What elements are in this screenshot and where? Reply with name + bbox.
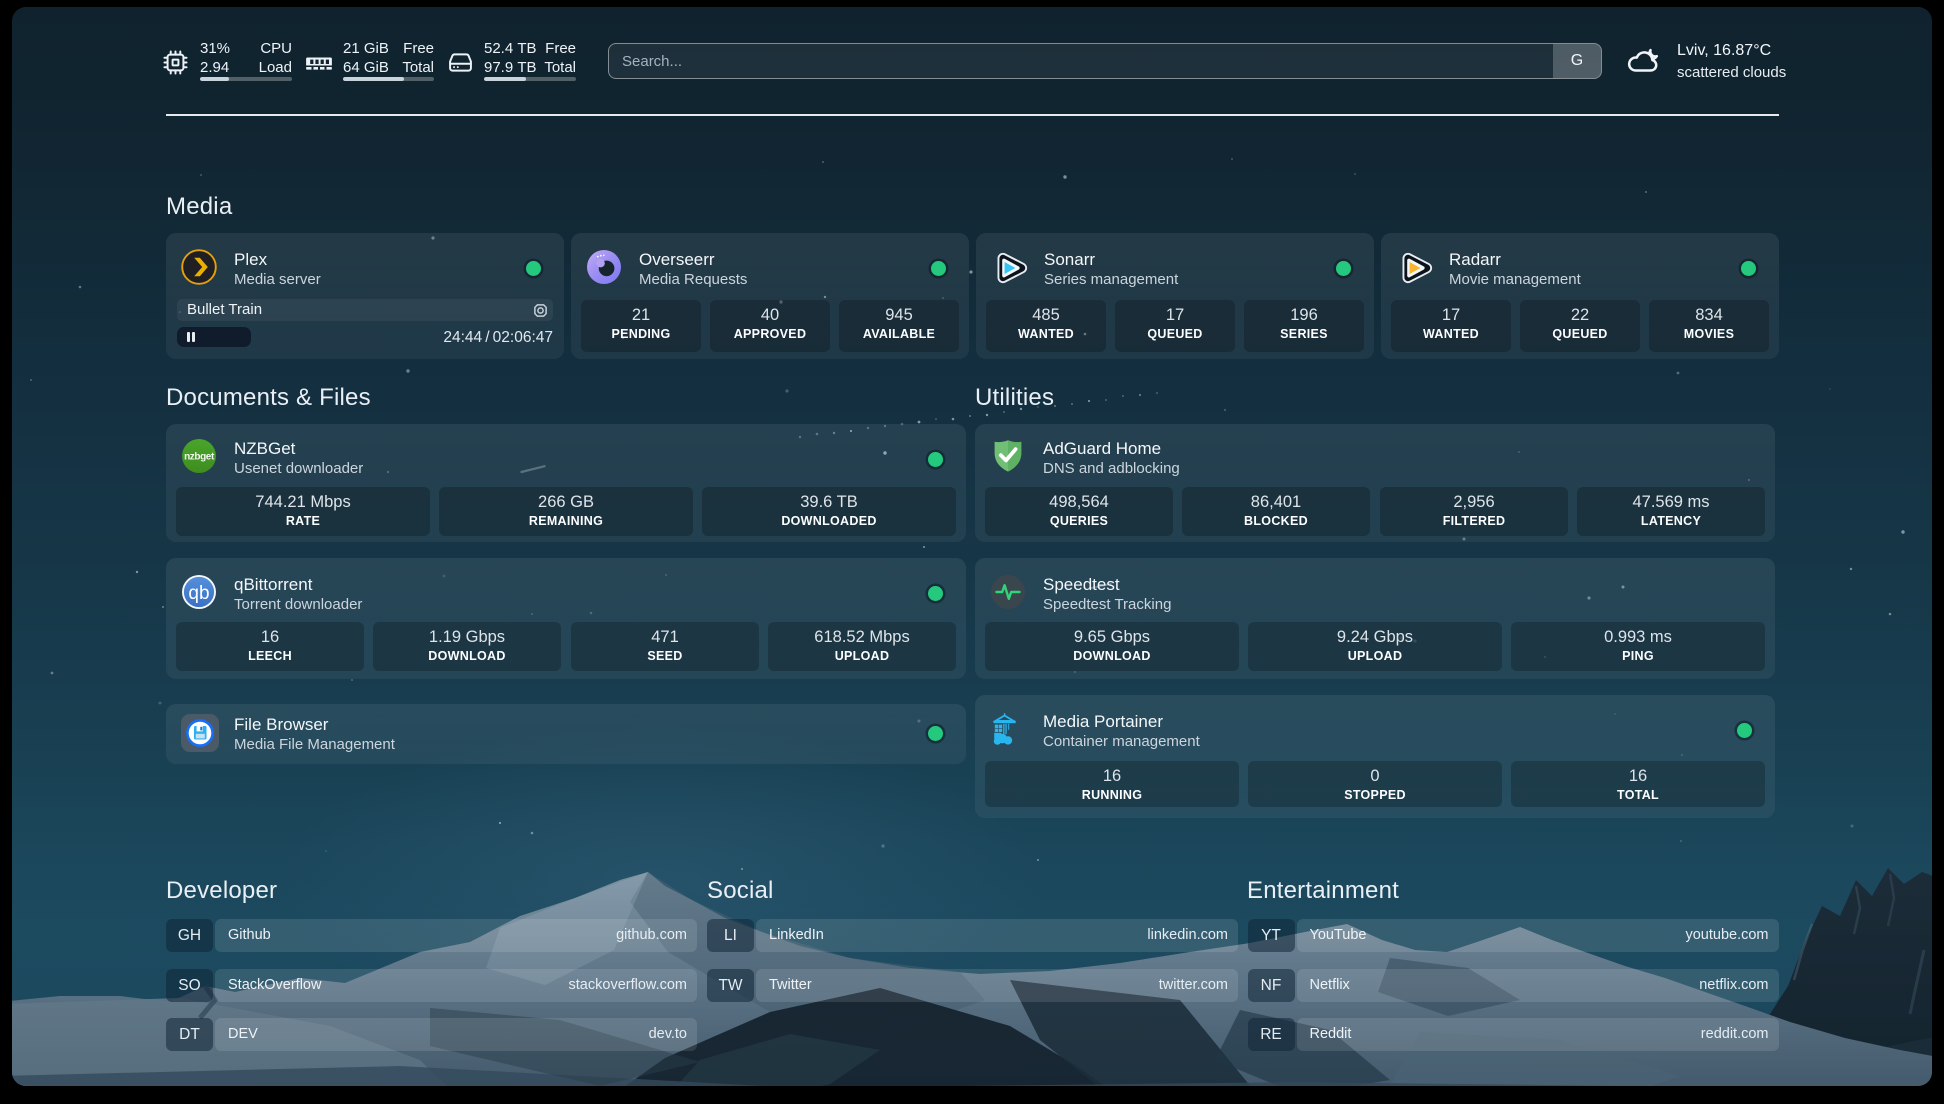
svg-text:qb: qb [188, 583, 209, 604]
svg-text:nzbget: nzbget [184, 452, 215, 463]
